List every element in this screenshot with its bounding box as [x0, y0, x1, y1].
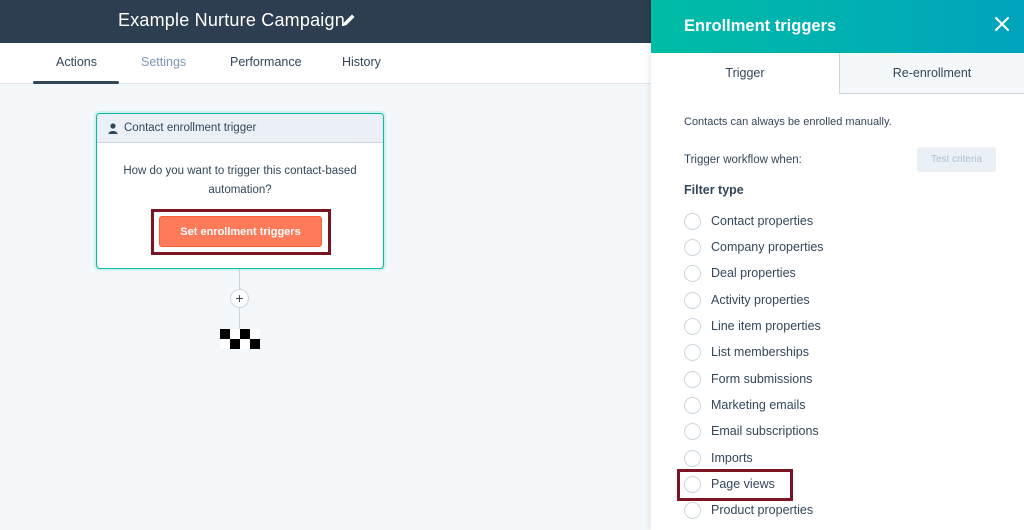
tab-history[interactable]: History: [342, 55, 381, 69]
card-question: How do you want to trigger this contact-…: [97, 143, 383, 200]
filter-option-imports[interactable]: Imports: [684, 449, 753, 467]
radio-button[interactable]: [684, 317, 701, 335]
pencil-icon[interactable]: [341, 12, 357, 28]
radio-button[interactable]: [684, 370, 701, 388]
radio-button[interactable]: [684, 343, 701, 361]
set-enrollment-triggers-button[interactable]: Set enrollment triggers: [159, 216, 322, 247]
workflow-tabs: Actions Settings Performance History: [0, 43, 651, 84]
radio-button[interactable]: [684, 212, 701, 230]
filter-option-company-properties[interactable]: Company properties: [684, 238, 824, 256]
radio-button[interactable]: [684, 449, 701, 467]
filter-option-label: Imports: [711, 451, 753, 465]
filter-option-label: Contact properties: [711, 214, 814, 228]
filter-option-product-properties[interactable]: Product properties: [684, 501, 813, 519]
radio-button[interactable]: [684, 264, 701, 282]
filter-option-label: Marketing emails: [711, 398, 806, 412]
filter-type-heading: Filter type: [684, 183, 744, 197]
filter-option-label: Deal properties: [711, 266, 796, 280]
enrollment-triggers-panel: Enrollment triggers Trigger Re-enrollmen…: [651, 0, 1024, 530]
tab-settings[interactable]: Settings: [141, 55, 186, 69]
filter-option-label: Form submissions: [711, 372, 813, 386]
filter-option-label: Product properties: [711, 503, 814, 517]
radio-button[interactable]: [684, 501, 701, 519]
card-question-line-2: automation?: [208, 184, 272, 196]
card-header: Contact enrollment trigger: [97, 114, 383, 143]
filter-option-activity-properties[interactable]: Activity properties: [684, 291, 810, 309]
trigger-when-label: Trigger workflow when:: [684, 154, 802, 166]
tab-trigger[interactable]: Trigger: [651, 53, 840, 94]
filter-option-marketing-emails[interactable]: Marketing emails: [684, 396, 805, 414]
workflow-header: Example Nurture Campaign: [0, 0, 651, 43]
panel-header: Enrollment triggers: [651, 0, 1024, 53]
page-views-highlight-box: [677, 469, 793, 501]
tab-re-enrollment[interactable]: Re-enrollment: [840, 53, 1024, 94]
filter-option-label: Activity properties: [711, 293, 810, 307]
radio-button[interactable]: [684, 396, 701, 414]
radio-button[interactable]: [684, 238, 701, 256]
filter-option-label: Company properties: [711, 240, 824, 254]
filter-option-deal-properties[interactable]: Deal properties: [684, 264, 796, 282]
test-criteria-button[interactable]: Test criteria: [917, 147, 996, 172]
radio-button[interactable]: [684, 422, 701, 440]
panel-tabs: Trigger Re-enrollment: [651, 53, 1024, 94]
checkered-flag-icon: [220, 329, 260, 349]
card-header-label: Contact enrollment trigger: [124, 122, 257, 134]
close-icon[interactable]: [994, 16, 1010, 32]
radio-button[interactable]: [684, 291, 701, 309]
filter-option-email-subscriptions[interactable]: Email subscriptions: [684, 422, 819, 440]
workflow-title[interactable]: Example Nurture Campaign: [118, 10, 345, 31]
tab-actions[interactable]: Actions: [56, 55, 97, 69]
filter-option-label: List memberships: [711, 345, 809, 359]
filter-option-form-submissions[interactable]: Form submissions: [684, 370, 812, 388]
filter-option-label: Email subscriptions: [711, 424, 819, 438]
person-icon: [108, 123, 118, 134]
panel-title: Enrollment triggers: [684, 17, 837, 35]
filter-option-contact-properties[interactable]: Contact properties: [684, 212, 813, 230]
filter-option-label: Line item properties: [711, 319, 821, 333]
filter-option-line-item-properties[interactable]: Line item properties: [684, 317, 821, 335]
card-question-line-1: How do you want to trigger this contact-…: [123, 165, 357, 177]
tab-performance[interactable]: Performance: [230, 55, 302, 69]
manual-enrollment-note: Contacts can always be enrolled manually…: [684, 116, 892, 128]
add-action-button[interactable]: +: [230, 289, 249, 308]
active-tab-indicator: [33, 81, 119, 84]
filter-option-list-memberships[interactable]: List memberships: [684, 343, 809, 361]
